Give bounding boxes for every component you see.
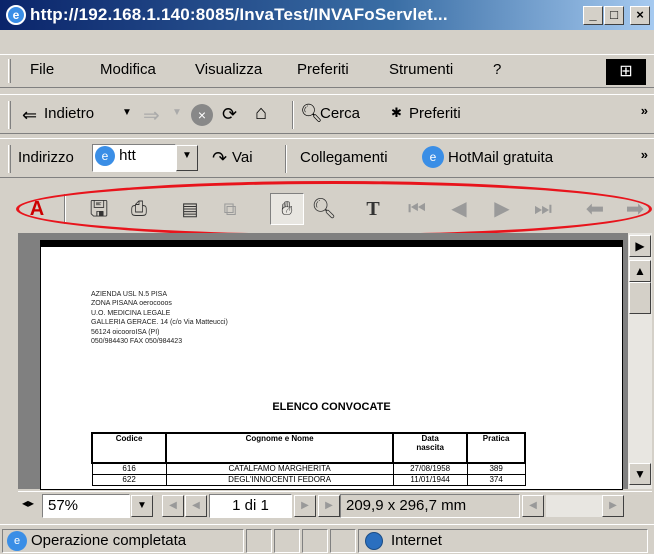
status-panel-empty: [302, 529, 328, 553]
menu-strumenti[interactable]: Strumenti: [389, 61, 453, 78]
window-title: http://192.168.1.140:8085/InvaTest/INVAF…: [30, 5, 448, 24]
toolbar-grip: [8, 101, 11, 129]
hotmail-link[interactable]: HotMail gratuita: [448, 149, 553, 166]
status-message: Operazione completata: [31, 532, 187, 549]
status-zone-panel: Internet: [358, 529, 648, 553]
toolbar-separator: [292, 101, 294, 129]
close-button[interactable]: ×: [630, 6, 650, 25]
status-panel-empty: [274, 529, 300, 553]
status-bar: e Operazione completata Internet: [0, 524, 654, 554]
cell-codice: 616: [91, 462, 167, 475]
toolbar-overflow-icon[interactable]: »: [641, 103, 648, 118]
address-dropdown-icon[interactable]: ▼: [176, 145, 198, 171]
maximize-button[interactable]: □: [604, 6, 624, 25]
nav-last-icon[interactable]: ▶: [318, 495, 340, 517]
zoom-dropdown-icon[interactable]: ▼: [131, 495, 153, 517]
cell-nome: DEGL'INNOCENTI FEDORA: [165, 474, 394, 486]
scroll-down-button[interactable]: ▼: [629, 463, 651, 485]
address-input[interactable]: e htt: [92, 144, 176, 172]
cell-nome: CATALFAMO MARGHERITA: [165, 462, 394, 475]
standard-toolbar: ⇐ Indietro ▼ ⇒ ▼ × ⟳ ⌂ 🔍︎ Cerca ✱ Prefer…: [0, 94, 654, 134]
hscroll-track[interactable]: [546, 495, 602, 517]
go-arrow-icon[interactable]: ↷: [212, 148, 227, 169]
table-header-pratica: Pratica: [466, 432, 526, 464]
address-value: htt: [119, 147, 136, 164]
menu-help[interactable]: ?: [493, 61, 501, 78]
menu-visualizza[interactable]: Visualizza: [195, 61, 262, 78]
zoom-field[interactable]: 57%: [42, 494, 130, 518]
document-heading: ELENCO CONVOCATE: [272, 401, 391, 413]
windows-logo-icon: ⊞: [606, 59, 646, 85]
menu-bar: File Modifica Visualizza Preferiti Strum…: [0, 54, 654, 88]
menu-file[interactable]: File: [30, 61, 54, 78]
cell-codice: 622: [91, 474, 167, 486]
cell-data: 11/01/1944: [392, 474, 468, 486]
cell-pratica: 374: [466, 474, 526, 486]
nav-prev-icon[interactable]: ◀: [185, 495, 207, 517]
vertical-scrollbar[interactable]: ▶ ▲ ▼: [628, 233, 652, 489]
links-overflow-icon[interactable]: »: [641, 147, 648, 162]
table-header-nome: Cognome e Nome: [165, 432, 395, 464]
cell-pratica: 389: [466, 462, 526, 475]
page-status-icon: e: [7, 531, 27, 551]
menu-grip: [8, 59, 11, 83]
address-grip: [8, 145, 11, 173]
table-row: 622 DEGL'INNOCENTI FEDORA 11/01/1944 374: [91, 474, 526, 486]
scroll-up-button[interactable]: ▲: [629, 260, 651, 282]
refresh-icon[interactable]: ⟳: [222, 104, 237, 125]
back-dropdown-icon[interactable]: ▼: [122, 107, 132, 118]
table-row: 616 CATALFAMO MARGHERITA 27/08/1958 389: [91, 462, 526, 475]
menu-modifica[interactable]: Modifica: [100, 61, 156, 78]
favorites-button-label[interactable]: Preferiti: [409, 105, 461, 122]
highlight-ellipse: [16, 181, 652, 237]
links-label[interactable]: Collegamenti: [300, 149, 388, 166]
page-field[interactable]: 1 di 1: [209, 494, 292, 518]
address-label: Indirizzo: [18, 149, 74, 166]
hotmail-icon[interactable]: e: [422, 146, 444, 168]
table-header-codice: Codice: [90, 432, 168, 464]
address-separator: [285, 145, 287, 173]
forward-dropdown-icon[interactable]: ▼: [172, 107, 182, 118]
nav-first-icon[interactable]: ◀: [162, 495, 184, 517]
home-icon[interactable]: ⌂: [255, 102, 267, 125]
address-block: AZIENDA USL N.5 PISA ZONA PISANA oerocoo…: [91, 291, 228, 346]
status-panel-empty: [330, 529, 356, 553]
search-button-label[interactable]: Cerca: [320, 105, 360, 122]
status-panel-empty: [246, 529, 272, 553]
ie-icon: e: [6, 5, 26, 25]
page-size-field: 209,9 x 296,7 mm: [340, 494, 520, 518]
split-arrow-icon[interactable]: ▶: [629, 235, 651, 257]
hscroll-right-button[interactable]: ▶: [602, 495, 624, 517]
split-handle-icon[interactable]: ◂▸: [22, 496, 34, 510]
scroll-thumb[interactable]: [629, 282, 651, 314]
page-icon: e: [95, 146, 115, 167]
status-message-panel: e Operazione completata: [2, 529, 244, 553]
pdf-nav-bar: ◂▸ 57% ▼ ◀ ◀ 1 di 1 ▶ ▶ 209,9 x 296,7 mm…: [18, 491, 652, 519]
status-zone: Internet: [391, 532, 442, 549]
title-bar: e http://192.168.1.140:8085/InvaTest/INV…: [0, 0, 654, 30]
convocate-table: Codice Cognome e Nome Data nascita Prati…: [90, 432, 526, 486]
nav-next-icon[interactable]: ▶: [294, 495, 316, 517]
back-button-label[interactable]: Indietro: [44, 105, 94, 122]
go-button-label[interactable]: Vai: [232, 149, 253, 166]
favorites-star-icon[interactable]: ✱: [391, 105, 402, 121]
menu-preferiti[interactable]: Preferiti: [297, 61, 349, 78]
forward-arrow-icon[interactable]: ⇒: [143, 103, 160, 128]
globe-icon: [365, 532, 383, 550]
stop-icon[interactable]: ×: [191, 104, 213, 126]
hscroll-left-button[interactable]: ◀: [522, 495, 544, 517]
back-arrow-icon[interactable]: ⇐: [22, 105, 37, 126]
table-header-data: Data nascita: [392, 432, 469, 464]
address-bar: Indirizzo e htt ▼ ↷ Vai Collegamenti e H…: [0, 138, 654, 178]
minimize-button[interactable]: _: [583, 6, 603, 25]
cell-data: 27/08/1958: [392, 462, 468, 475]
